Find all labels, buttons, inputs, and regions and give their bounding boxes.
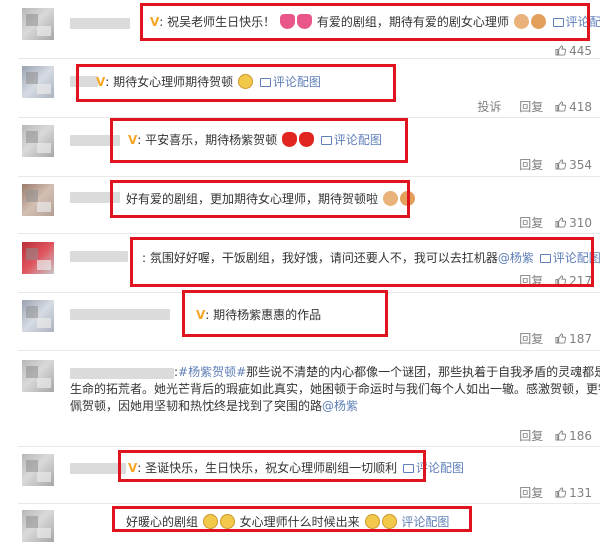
like-count: 418 (569, 100, 592, 114)
reply-button[interactable]: 回复 (519, 486, 543, 500)
comment-actions: 445 (547, 44, 592, 58)
thumbs-up-icon (555, 101, 566, 112)
like-button[interactable]: 310 (555, 216, 592, 230)
avatar[interactable] (22, 8, 54, 40)
highlight-box (130, 237, 594, 287)
like-count: 354 (569, 158, 592, 172)
like-count: 186 (569, 429, 592, 443)
like-button[interactable]: 186 (555, 429, 592, 443)
divider (18, 446, 600, 447)
avatar[interactable] (22, 454, 54, 486)
comment-actions: 回复 131 (505, 484, 592, 501)
reply-button[interactable]: 回复 (519, 332, 543, 346)
comment-actions: 回复 187 (505, 330, 592, 347)
comment-actions: 回复 310 (505, 214, 592, 231)
reply-button[interactable]: 回复 (519, 100, 543, 114)
like-count: 445 (569, 44, 592, 58)
highlight-box (76, 64, 396, 102)
like-button[interactable]: 354 (555, 158, 592, 172)
divider (18, 233, 600, 234)
nickname-blurred[interactable] (70, 251, 128, 262)
avatar[interactable] (22, 300, 54, 332)
divider (18, 350, 600, 351)
comment-7: :#杨紫贺顿#那些说不清楚的内心都像一个谜团，那些执着于自我矛盾的灵魂都是生命的… (70, 364, 600, 415)
report-button[interactable]: 投诉 (477, 100, 501, 114)
thumbs-up-icon (555, 217, 566, 228)
like-button[interactable]: 187 (555, 332, 592, 346)
avatar[interactable] (22, 360, 54, 392)
reply-button[interactable]: 回复 (519, 158, 543, 172)
comment-actions: 回复 354 (505, 156, 592, 173)
comment-actions: 回复 186 (505, 427, 592, 444)
like-count: 131 (569, 486, 592, 500)
highlight-box (110, 118, 408, 163)
highlight-box (110, 180, 410, 218)
like-count: 187 (569, 332, 592, 346)
comment-actions: 投诉 回复 418 (463, 98, 592, 115)
mention-link[interactable]: @杨紫 (322, 399, 358, 413)
like-count: 310 (569, 216, 592, 230)
divider (18, 176, 600, 177)
avatar[interactable] (22, 66, 54, 98)
highlight-box (182, 290, 388, 337)
avatar[interactable] (22, 242, 54, 274)
reply-button[interactable]: 回复 (519, 216, 543, 230)
divider (18, 58, 600, 59)
highlight-box (140, 3, 590, 41)
thumbs-up-icon (555, 487, 566, 498)
thumbs-up-icon (555, 45, 566, 56)
like-button[interactable]: 131 (555, 486, 592, 500)
highlight-box (112, 506, 472, 532)
thumbs-up-icon (555, 333, 566, 344)
avatar[interactable] (22, 184, 54, 216)
avatar[interactable] (22, 510, 54, 542)
nickname-blurred[interactable] (70, 18, 130, 29)
avatar[interactable] (22, 125, 54, 157)
thumbs-up-icon (555, 430, 566, 441)
thumbs-up-icon (555, 159, 566, 170)
reply-button[interactable]: 回复 (519, 429, 543, 443)
weibo-comment-list: V: 祝吴老师生日快乐！ 有爱的剧组，期待有爱的剧女心理师 评论配图 445 V… (0, 0, 600, 527)
like-button[interactable]: 418 (555, 100, 592, 114)
like-button[interactable]: 445 (555, 44, 592, 58)
hashtag-link[interactable]: #杨紫贺顿# (178, 365, 246, 379)
divider (18, 503, 600, 504)
nickname-blurred[interactable] (70, 309, 170, 320)
highlight-box (118, 450, 426, 482)
